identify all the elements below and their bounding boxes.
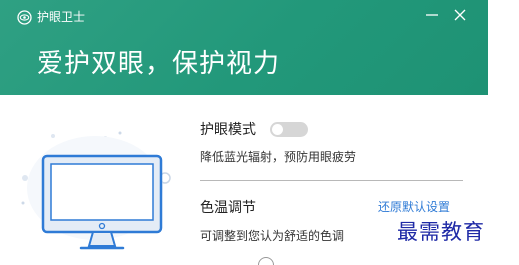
- section-divider: [200, 180, 463, 181]
- eye-shield-icon: [17, 10, 32, 25]
- title-bar: 护眼卫士 爱护双眼，保护视力: [0, 0, 488, 95]
- watermark: 最需教育: [397, 220, 485, 244]
- window-edge: [488, 0, 519, 95]
- color-temp-description: 可调整到您认为舒适的色调: [200, 229, 345, 243]
- color-temp-label: 色温调节: [200, 200, 256, 216]
- eye-mode-label: 护眼模式: [200, 122, 256, 138]
- eye-mode-description: 降低蓝光辐射，预防用眼疲劳: [200, 150, 357, 164]
- slogan-heading: 爱护双眼，保护视力: [37, 49, 281, 79]
- restore-default-link[interactable]: 还原默认设置: [378, 199, 450, 216]
- app-title: 护眼卫士: [37, 10, 86, 24]
- monitor-icon: [21, 131, 171, 250]
- minimize-icon[interactable]: [424, 7, 440, 23]
- eye-mode-toggle[interactable]: [270, 122, 308, 137]
- close-icon[interactable]: [452, 7, 468, 23]
- color-temp-slider-handle[interactable]: [258, 257, 274, 265]
- toggle-knob: [272, 124, 283, 135]
